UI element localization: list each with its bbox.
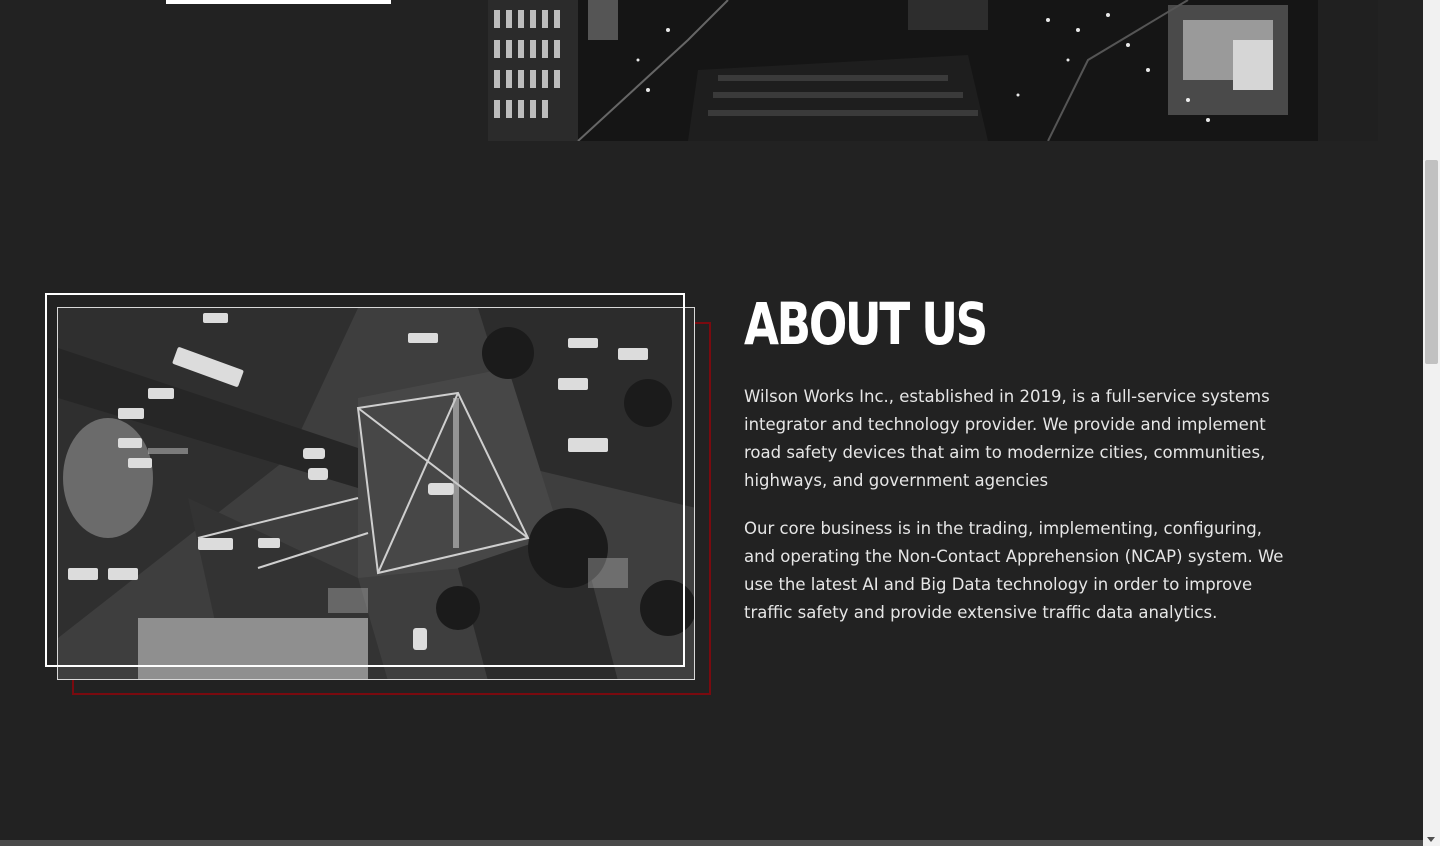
about-paragraph-2: Our core business is in the trading, imp… bbox=[744, 519, 1284, 622]
decorative-white-frame bbox=[45, 293, 685, 667]
about-title: ABOUT US bbox=[744, 290, 988, 358]
city-night-photo bbox=[488, 0, 1378, 141]
scrollbar-thumb[interactable] bbox=[1425, 160, 1438, 364]
chevron-down-icon[interactable] bbox=[1427, 837, 1435, 842]
about-paragraph-1: Wilson Works Inc., established in 2019, … bbox=[744, 387, 1270, 490]
button-bottom-edge[interactable] bbox=[166, 0, 391, 4]
next-section-image-edge bbox=[0, 840, 1424, 846]
page-scrollbar[interactable] bbox=[1423, 0, 1440, 846]
